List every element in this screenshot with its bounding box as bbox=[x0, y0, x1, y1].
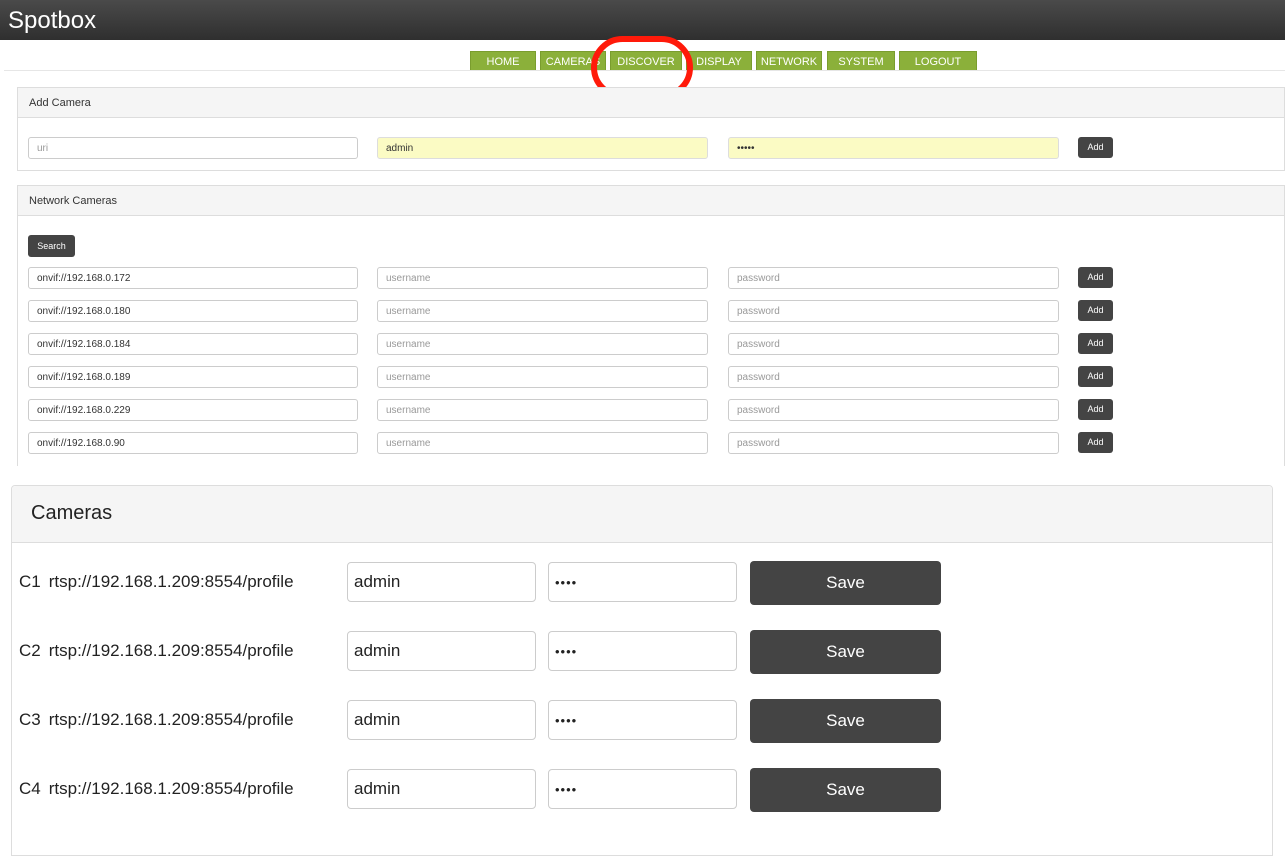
cameras-title: Cameras bbox=[12, 486, 1272, 543]
add-camera-button[interactable]: Add bbox=[1078, 137, 1113, 158]
network-camera-uri[interactable] bbox=[28, 399, 358, 421]
camera-username-input[interactable] bbox=[347, 631, 536, 671]
camera-uri: rtsp://192.168.1.209:8554/profile bbox=[48, 710, 294, 729]
camera-uri: rtsp://192.168.1.209:8554/profile bbox=[48, 572, 294, 591]
camera-password-input[interactable] bbox=[548, 769, 737, 809]
camera-row-label: C3 rtsp://192.168.1.209:8554/profile bbox=[19, 710, 294, 730]
tab-home[interactable]: HOME bbox=[470, 51, 536, 71]
add-username-input[interactable] bbox=[377, 137, 708, 159]
camera-id: C1 bbox=[19, 572, 41, 591]
network-camera-username[interactable] bbox=[377, 432, 708, 454]
network-camera-add-button[interactable]: Add bbox=[1078, 333, 1113, 354]
tab-cameras[interactable]: CAMERAS bbox=[540, 51, 606, 71]
network-camera-username[interactable] bbox=[377, 333, 708, 355]
network-camera-add-button[interactable]: Add bbox=[1078, 432, 1113, 453]
network-camera-uri[interactable] bbox=[28, 300, 358, 322]
camera-uri: rtsp://192.168.1.209:8554/profile bbox=[48, 641, 294, 660]
tab-network[interactable]: NETWORK bbox=[756, 51, 822, 71]
add-password-input[interactable] bbox=[728, 137, 1059, 159]
network-cameras-panel: Network Cameras bbox=[17, 185, 1285, 466]
camera-row-label: C2 rtsp://192.168.1.209:8554/profile bbox=[19, 641, 294, 661]
network-camera-uri[interactable] bbox=[28, 267, 358, 289]
network-camera-uri[interactable] bbox=[28, 333, 358, 355]
search-button[interactable]: Search bbox=[28, 235, 75, 257]
camera-save-button[interactable]: Save bbox=[750, 699, 941, 743]
camera-id: C4 bbox=[19, 779, 41, 798]
camera-username-input[interactable] bbox=[347, 700, 536, 740]
network-camera-password[interactable] bbox=[728, 366, 1059, 388]
add-camera-title: Add Camera bbox=[18, 88, 1284, 118]
tab-logout[interactable]: LOGOUT bbox=[899, 51, 977, 71]
network-camera-add-button[interactable]: Add bbox=[1078, 267, 1113, 288]
camera-save-button[interactable]: Save bbox=[750, 630, 941, 674]
tab-discover[interactable]: DISCOVER bbox=[610, 51, 682, 71]
network-camera-password[interactable] bbox=[728, 267, 1059, 289]
network-camera-add-button[interactable]: Add bbox=[1078, 366, 1113, 387]
network-camera-password[interactable] bbox=[728, 333, 1059, 355]
tab-display[interactable]: DISPLAY bbox=[686, 51, 752, 71]
network-camera-password[interactable] bbox=[728, 300, 1059, 322]
network-camera-username[interactable] bbox=[377, 366, 708, 388]
camera-row-label: C4 rtsp://192.168.1.209:8554/profile bbox=[19, 779, 294, 799]
nav-divider bbox=[4, 70, 1285, 71]
network-camera-username[interactable] bbox=[377, 300, 708, 322]
camera-password-input[interactable] bbox=[548, 631, 737, 671]
app-title: Spotbox bbox=[8, 7, 97, 34]
camera-username-input[interactable] bbox=[347, 769, 536, 809]
network-camera-uri[interactable] bbox=[28, 366, 358, 388]
camera-row-label: C1 rtsp://192.168.1.209:8554/profile bbox=[19, 572, 294, 592]
network-camera-add-button[interactable]: Add bbox=[1078, 399, 1113, 420]
uri-input[interactable] bbox=[28, 137, 358, 159]
network-cameras-title: Network Cameras bbox=[18, 186, 1284, 216]
camera-save-button[interactable]: Save bbox=[750, 561, 941, 605]
camera-password-input[interactable] bbox=[548, 562, 737, 602]
network-camera-password[interactable] bbox=[728, 432, 1059, 454]
app-header: Spotbox bbox=[0, 0, 1285, 40]
camera-password-input[interactable] bbox=[548, 700, 737, 740]
network-camera-password[interactable] bbox=[728, 399, 1059, 421]
tab-system[interactable]: SYSTEM bbox=[827, 51, 895, 71]
camera-uri: rtsp://192.168.1.209:8554/profile bbox=[48, 779, 294, 798]
network-camera-add-button[interactable]: Add bbox=[1078, 300, 1113, 321]
network-camera-username[interactable] bbox=[377, 399, 708, 421]
network-camera-username[interactable] bbox=[377, 267, 708, 289]
network-camera-uri[interactable] bbox=[28, 432, 358, 454]
camera-save-button[interactable]: Save bbox=[750, 768, 941, 812]
camera-username-input[interactable] bbox=[347, 562, 536, 602]
camera-id: C3 bbox=[19, 710, 41, 729]
camera-id: C2 bbox=[19, 641, 41, 660]
